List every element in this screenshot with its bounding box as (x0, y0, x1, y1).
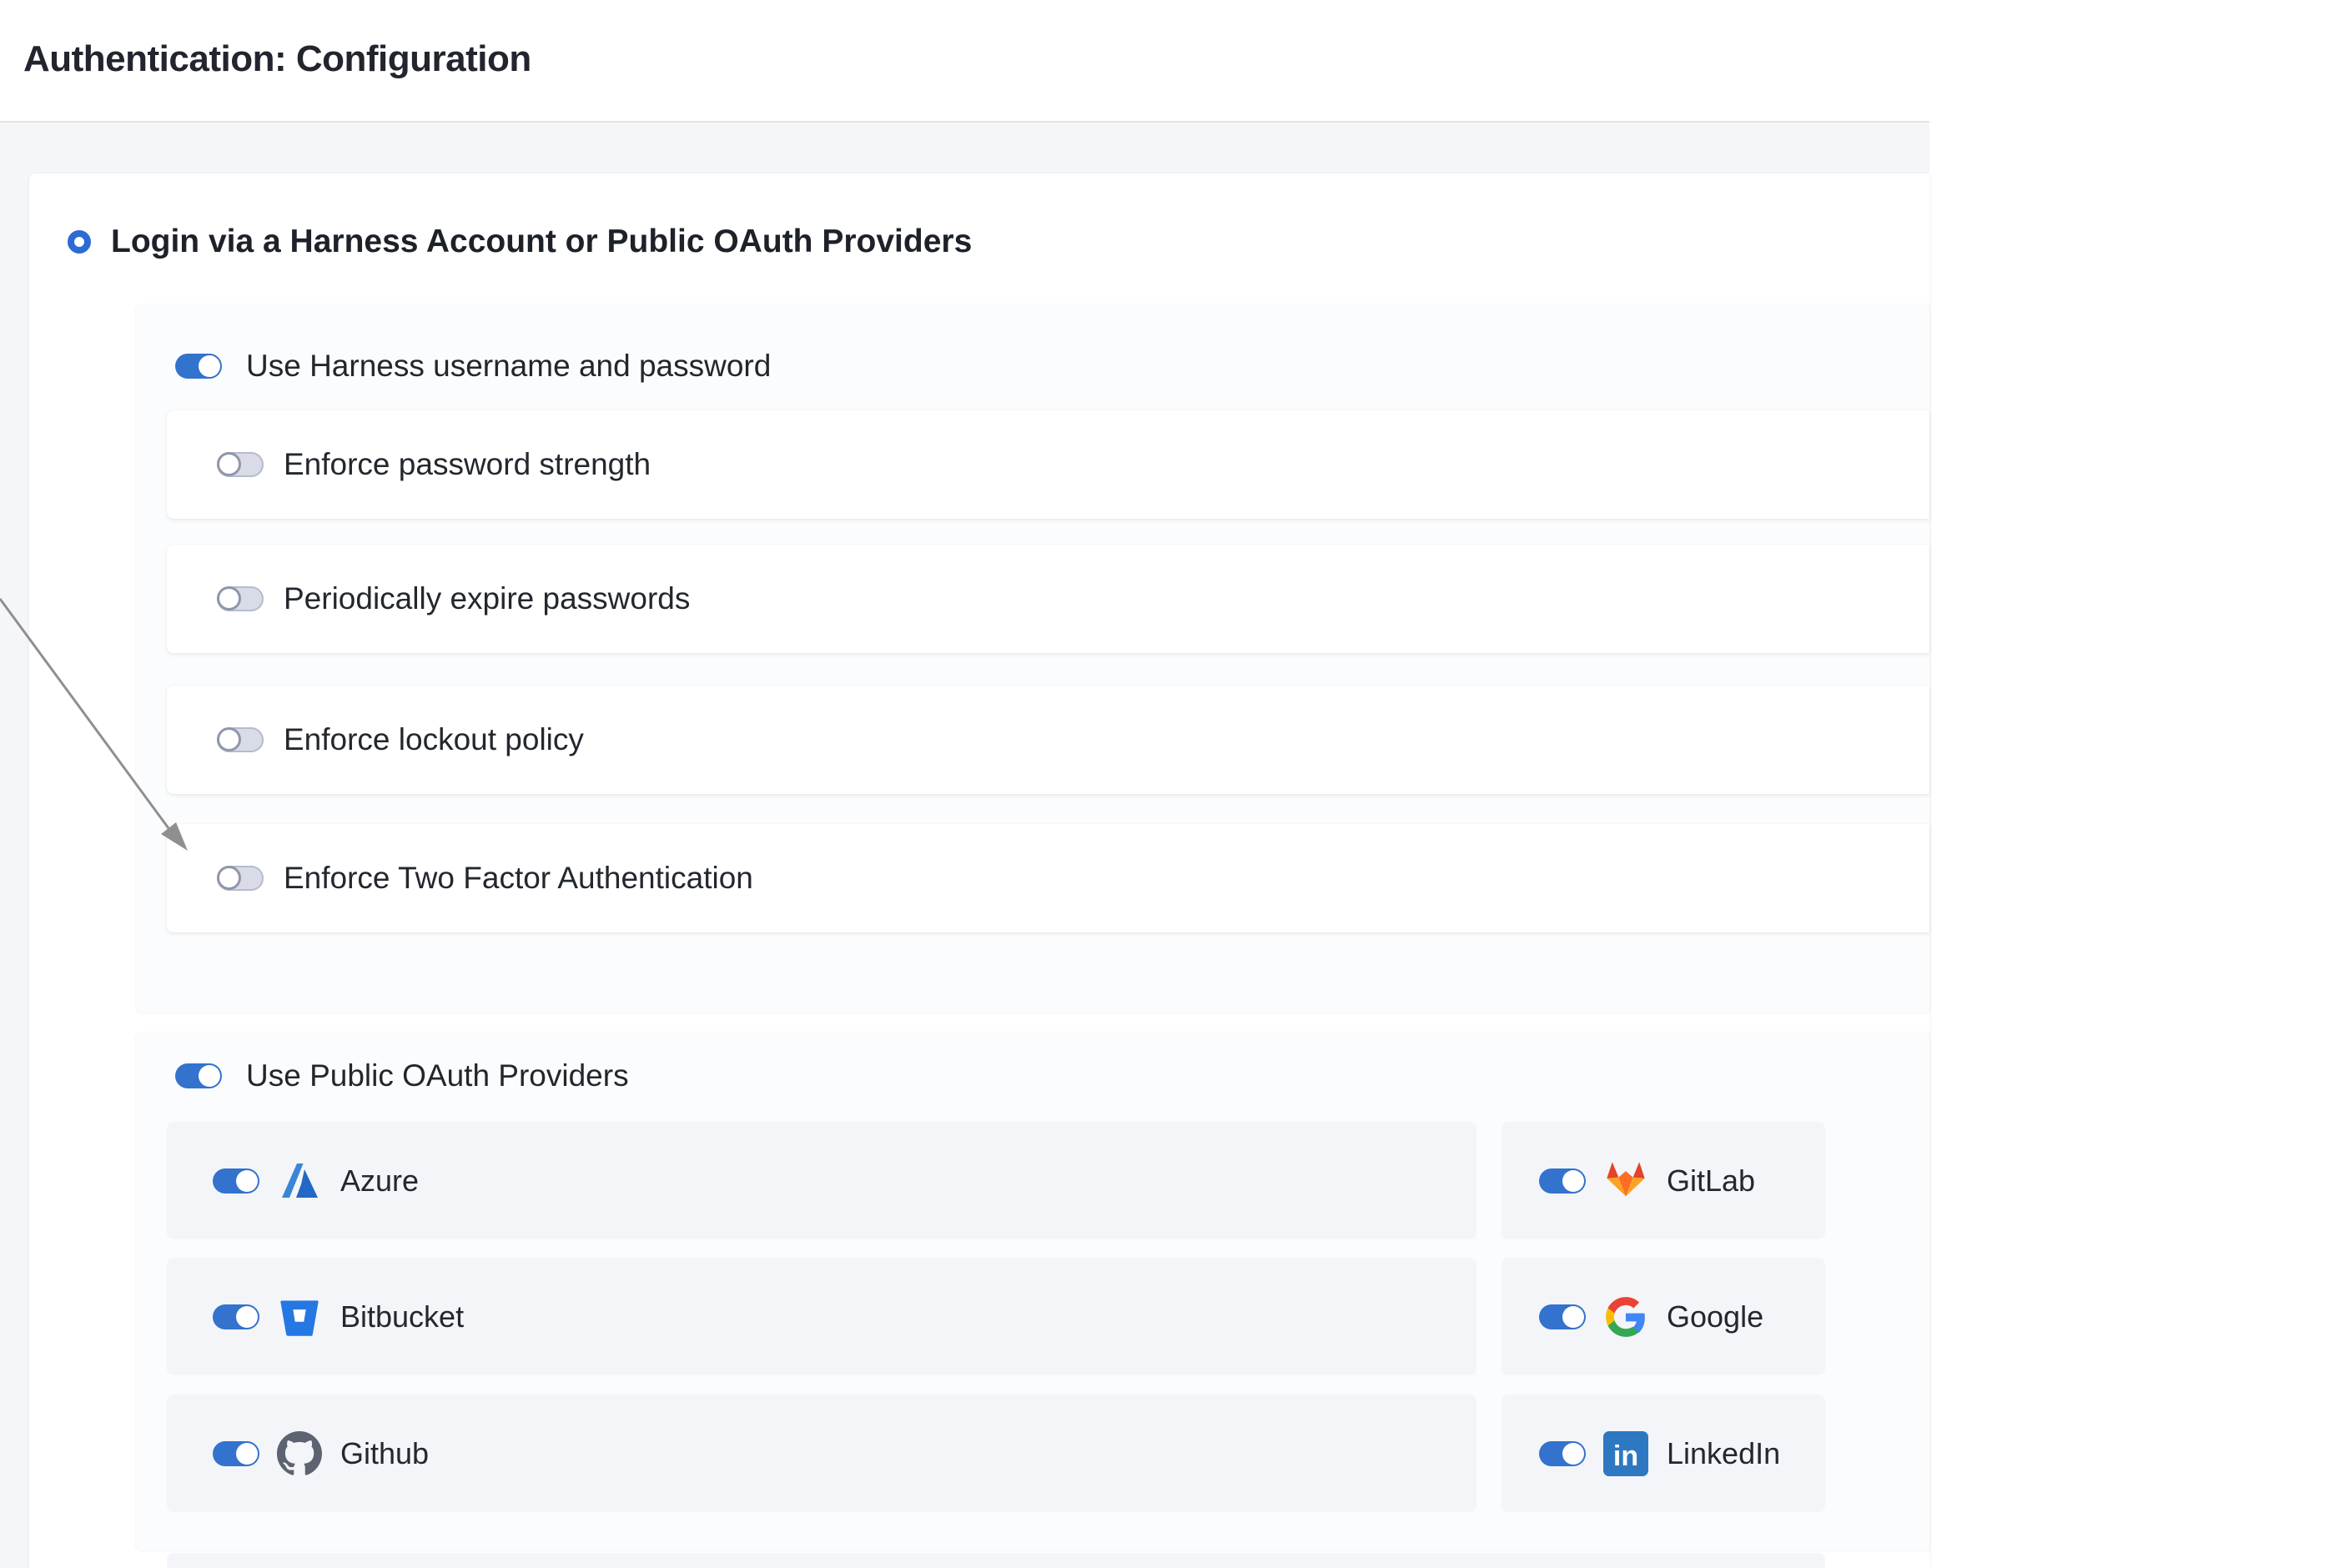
use-harness-password-row: Use Harness username and password (175, 349, 771, 384)
google-toggle[interactable] (1539, 1304, 1586, 1329)
login-method-label: Login via a Harness Account or Public OA… (111, 224, 972, 260)
periodically-expire-passwords-toggle[interactable] (217, 586, 264, 611)
provider-row-azure: Azure (167, 1122, 1476, 1239)
enforce-lockout-policy-row: Enforce lockout policy (167, 686, 1929, 794)
provider-row-github: Github (167, 1395, 1476, 1512)
next-card-sliver (167, 1553, 1825, 1568)
google-icon (1603, 1294, 1648, 1339)
azure-icon (277, 1158, 322, 1204)
provider-label: Azure (340, 1163, 419, 1199)
provider-label: Github (340, 1436, 429, 1471)
periodically-expire-passwords-label: Periodically expire passwords (284, 581, 690, 616)
login-method-option: Login via a Harness Account or Public OA… (68, 224, 972, 260)
periodically-expire-passwords-row: Periodically expire passwords (167, 545, 1929, 653)
enforce-two-factor-toggle[interactable] (217, 866, 264, 891)
use-public-oauth-label: Use Public OAuth Providers (246, 1058, 629, 1093)
enforce-password-strength-label: Enforce password strength (284, 447, 651, 482)
authentication-configuration-page: Authentication: Configuration Login via … (0, 0, 2329, 1568)
enforce-password-strength-toggle[interactable] (217, 452, 264, 477)
page-title: Authentication: Configuration (23, 38, 531, 80)
use-public-oauth-toggle[interactable] (175, 1063, 222, 1088)
enforce-two-factor-row: Enforce Two Factor Authentication (167, 824, 1929, 932)
github-toggle[interactable] (213, 1441, 259, 1466)
enforce-lockout-policy-label: Enforce lockout policy (284, 722, 584, 757)
gitlab-icon (1603, 1158, 1648, 1204)
provider-label: LinkedIn (1667, 1436, 1780, 1471)
enforce-password-strength-row: Enforce password strength (167, 410, 1929, 519)
enforce-two-factor-label: Enforce Two Factor Authentication (284, 861, 753, 896)
provider-label: Bitbucket (340, 1299, 464, 1334)
linkedin-toggle[interactable] (1539, 1441, 1586, 1466)
use-public-oauth-row: Use Public OAuth Providers (175, 1058, 629, 1093)
azure-toggle[interactable] (213, 1168, 259, 1194)
svg-text:in: in (1613, 1440, 1638, 1472)
provider-row-gitlab: GitLab (1502, 1122, 1825, 1239)
linkedin-icon: in (1603, 1431, 1648, 1476)
bitbucket-toggle[interactable] (213, 1304, 259, 1329)
provider-label: Google (1667, 1299, 1763, 1334)
github-icon (277, 1431, 322, 1476)
use-harness-password-label: Use Harness username and password (246, 349, 771, 384)
gitlab-toggle[interactable] (1539, 1168, 1586, 1194)
enforce-lockout-policy-toggle[interactable] (217, 727, 264, 752)
login-method-radio[interactable] (68, 230, 91, 254)
provider-row-google: Google (1502, 1258, 1825, 1375)
bitbucket-icon (277, 1294, 322, 1339)
provider-label: GitLab (1667, 1163, 1755, 1199)
provider-row-bitbucket: Bitbucket (167, 1258, 1476, 1375)
use-harness-password-toggle[interactable] (175, 354, 222, 379)
provider-row-linkedin: in LinkedIn (1502, 1395, 1825, 1512)
